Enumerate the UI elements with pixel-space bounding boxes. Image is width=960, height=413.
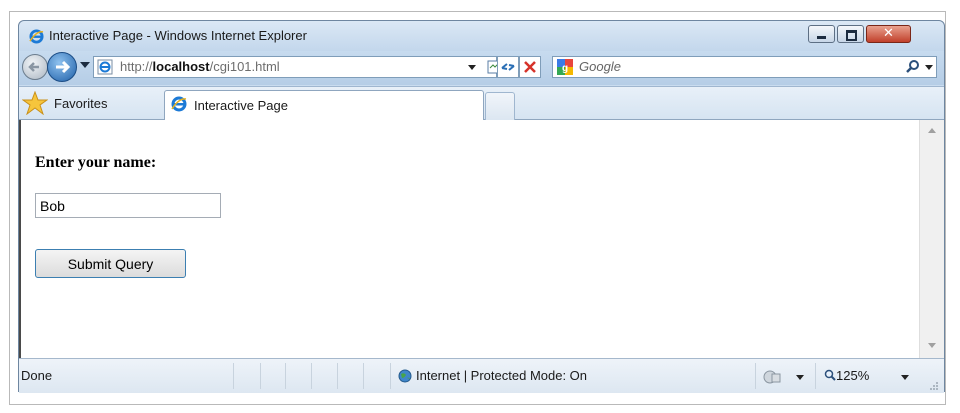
maximize-button[interactable] — [837, 25, 864, 43]
forward-arrow-icon — [56, 60, 71, 74]
google-logo-icon: g — [557, 59, 573, 75]
refresh-button[interactable] — [497, 56, 519, 78]
search-box[interactable]: g Google — [552, 56, 937, 78]
minimize-button[interactable] — [808, 25, 835, 43]
window-title: Interactive Page - Windows Internet Expl… — [49, 28, 307, 43]
tab-interactive-page[interactable]: Interactive Page — [164, 90, 484, 121]
search-options-dropdown-icon[interactable] — [925, 65, 933, 70]
security-dropdown-icon[interactable] — [796, 375, 804, 380]
address-dropdown-icon[interactable] — [468, 65, 476, 70]
maximize-icon — [846, 30, 857, 41]
recent-pages-dropdown-icon[interactable] — [80, 62, 90, 68]
status-divider — [260, 363, 261, 389]
favorites-label: Favorites — [54, 96, 108, 111]
ie-logo-icon — [171, 96, 187, 112]
ie-logo-icon — [29, 29, 44, 44]
forward-button[interactable] — [47, 52, 77, 82]
svg-text:g: g — [562, 63, 568, 74]
browser-window: Interactive Page - Windows Internet Expl… — [18, 20, 945, 393]
search-icon[interactable] — [905, 59, 921, 75]
status-divider — [285, 363, 286, 389]
ie-page-icon — [97, 59, 113, 75]
address-url[interactable]: http://localhost/cgi101.html — [120, 59, 280, 74]
scroll-up-arrow-icon[interactable] — [928, 128, 936, 133]
stop-button[interactable] — [519, 56, 541, 78]
back-arrow-icon — [28, 62, 39, 72]
close-icon: ✕ — [883, 25, 894, 40]
navigation-bar: http://localhost/cgi101.html g Google — [19, 51, 944, 85]
zoom-dropdown-icon[interactable] — [901, 375, 909, 380]
zoom-level[interactable]: 125% — [836, 368, 869, 383]
minimize-icon — [817, 36, 826, 39]
zoom-magnifier-icon[interactable] — [824, 369, 836, 381]
submit-query-button[interactable]: Submit Query — [35, 249, 186, 278]
vertical-scrollbar[interactable] — [919, 120, 944, 358]
back-button[interactable] — [22, 54, 48, 80]
stop-icon — [524, 61, 536, 73]
title-bar[interactable]: Interactive Page - Windows Internet Expl… — [19, 21, 944, 51]
name-input[interactable] — [35, 193, 221, 218]
name-prompt-label: Enter your name: — [35, 154, 157, 171]
page-content: Enter your name: Submit Query — [19, 120, 919, 358]
status-divider — [815, 363, 816, 389]
search-placeholder: Google — [579, 59, 621, 74]
tab-label: Interactive Page — [194, 98, 288, 113]
security-status-icon[interactable] — [762, 368, 782, 384]
security-zone-text[interactable]: Internet | Protected Mode: On — [416, 368, 587, 383]
tab-bar: Favorites Interactive Page — [19, 86, 944, 121]
globe-icon — [398, 369, 412, 383]
status-bar: Done Internet | Protected Mode: On 125% — [19, 358, 944, 393]
scroll-down-arrow-icon[interactable] — [928, 343, 936, 348]
status-divider — [390, 363, 391, 389]
resize-grip-icon[interactable] — [929, 381, 939, 391]
status-divider — [363, 363, 364, 389]
status-divider — [337, 363, 338, 389]
close-button[interactable]: ✕ — [866, 25, 911, 43]
new-tab-button[interactable] — [485, 92, 515, 121]
status-divider — [311, 363, 312, 389]
status-text: Done — [21, 368, 53, 383]
status-divider — [233, 363, 234, 389]
star-icon — [22, 91, 48, 115]
address-bar[interactable]: http://localhost/cgi101.html — [93, 56, 500, 78]
refresh-icon — [501, 63, 515, 71]
status-divider — [755, 363, 756, 389]
